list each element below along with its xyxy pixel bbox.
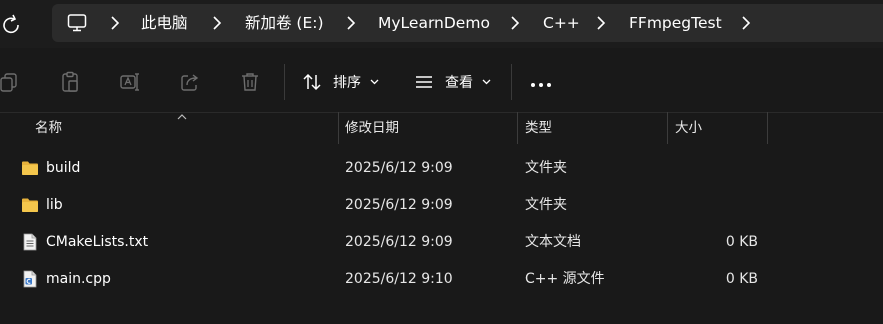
more-dot (539, 83, 543, 87)
chevron-down-icon (482, 79, 491, 85)
file-row[interactable]: lib 2025/6/12 9:09 文件夹 (0, 187, 883, 223)
file-size: 0 KB (725, 271, 758, 287)
computer-icon[interactable] (67, 14, 87, 32)
column-modified[interactable]: 修改日期 (345, 112, 399, 146)
file-type: C++ 源文件 (525, 271, 605, 287)
file-modified: 2025/6/12 9:09 (345, 234, 453, 250)
view-label: 查看 (445, 75, 473, 91)
file-name: CMakeLists.txt (46, 234, 149, 250)
file-name: build (46, 160, 81, 176)
cpp-file-icon (23, 270, 37, 288)
chevron-right-icon[interactable] (509, 14, 521, 32)
share-icon[interactable] (179, 71, 201, 93)
file-type: 文本文档 (525, 234, 581, 250)
column-divider[interactable] (667, 112, 668, 144)
breadcrumb-drive-e[interactable]: 新加卷 (E:) (245, 4, 324, 42)
file-modified: 2025/6/12 9:09 (345, 197, 453, 213)
chevron-down-icon (370, 79, 379, 85)
toolbar-divider (284, 64, 285, 100)
sort-label: 排序 (333, 75, 361, 91)
chevron-right-icon[interactable] (109, 14, 121, 32)
file-modified: 2025/6/12 9:10 (345, 271, 453, 287)
more-dot (547, 83, 551, 87)
copy-icon[interactable] (0, 71, 20, 93)
paste-icon[interactable] (59, 71, 81, 93)
refresh-icon[interactable] (0, 13, 22, 35)
sort-ascending-icon (177, 114, 187, 120)
rename-icon[interactable] (119, 71, 141, 93)
column-size[interactable]: 大小 (675, 112, 702, 146)
address-bar[interactable]: 此电脑 新加卷 (E:) MyLearnDemo C++ FFmpegTest (52, 4, 883, 42)
breadcrumb-this-pc[interactable]: 此电脑 (141, 4, 188, 42)
file-name: lib (46, 197, 63, 213)
view-icon (416, 76, 432, 88)
command-bar: 排序 查看 (0, 48, 883, 113)
sort-icon (303, 73, 321, 91)
more-dot (531, 83, 535, 87)
file-row[interactable]: main.cpp 2025/6/12 9:10 C++ 源文件 0 KB (0, 261, 883, 297)
file-type: 文件夹 (525, 160, 567, 176)
column-divider[interactable] (767, 112, 768, 144)
chevron-right-icon[interactable] (211, 14, 223, 32)
text-file-icon (23, 233, 37, 251)
chevron-right-icon[interactable] (345, 14, 357, 32)
chevron-right-icon[interactable] (740, 14, 752, 32)
column-name[interactable]: 名称 (35, 112, 62, 146)
breadcrumb-mylearndemo[interactable]: MyLearnDemo (378, 4, 490, 42)
column-divider[interactable] (338, 112, 339, 144)
file-row[interactable]: build 2025/6/12 9:09 文件夹 (0, 150, 883, 186)
file-name: main.cpp (46, 271, 111, 287)
chevron-right-icon[interactable] (595, 14, 607, 32)
file-type: 文件夹 (525, 197, 567, 213)
file-size: 0 KB (725, 234, 758, 250)
address-row: 此电脑 新加卷 (E:) MyLearnDemo C++ FFmpegTest (0, 0, 883, 48)
file-row[interactable]: CMakeLists.txt 2025/6/12 9:09 文本文档 0 KB (0, 224, 883, 260)
column-divider[interactable] (517, 112, 518, 144)
folder-icon (22, 161, 38, 175)
breadcrumb-cpp[interactable]: C++ (543, 4, 580, 42)
folder-icon (22, 198, 38, 212)
delete-icon[interactable] (239, 71, 261, 93)
breadcrumb-ffmpegtest[interactable]: FFmpegTest (629, 4, 722, 42)
column-header: 名称 修改日期 类型 大小 (0, 112, 883, 146)
toolbar-divider (511, 64, 512, 100)
file-modified: 2025/6/12 9:09 (345, 160, 453, 176)
column-type[interactable]: 类型 (525, 112, 552, 146)
